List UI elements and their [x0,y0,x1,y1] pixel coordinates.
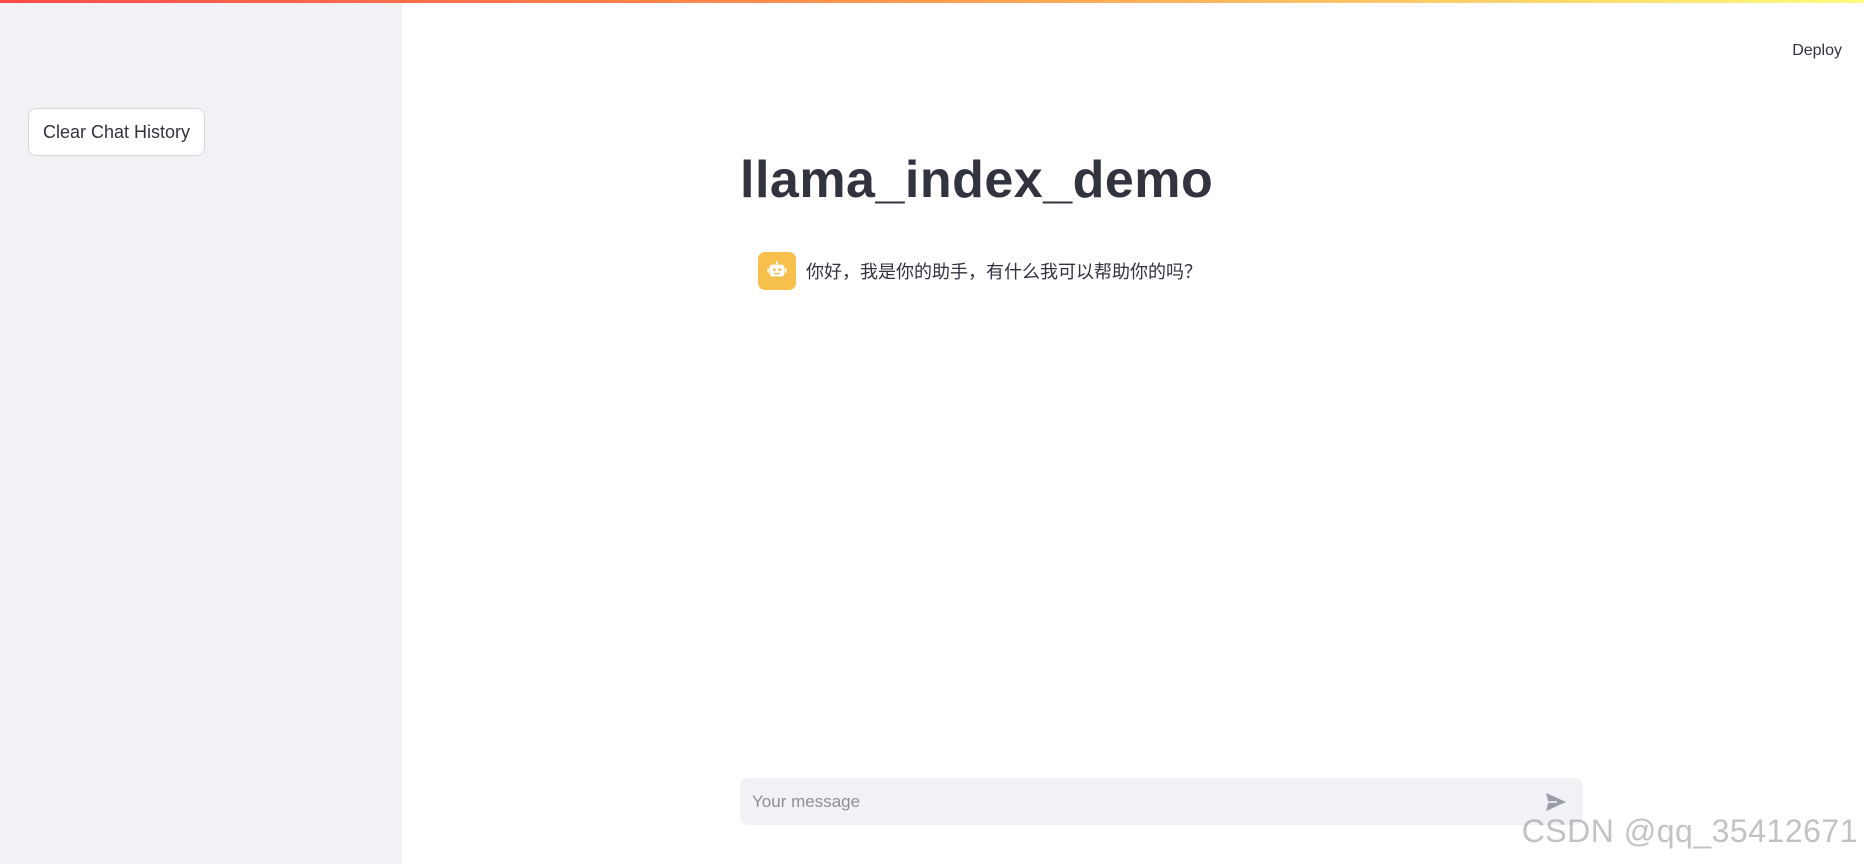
main-content: llama_index_demo 你好，我是你的助手，有什么我可以帮助你的吗？ [402,0,1864,864]
sidebar: Clear Chat History [0,0,402,864]
chat-message-text: 你好，我是你的助手，有什么我可以帮助你的吗？ [806,262,1202,283]
watermark-text: CSDN @qq_35412671 [1521,813,1858,849]
clear-chat-history-button[interactable]: Clear Chat History [28,108,206,156]
chat-message-assistant: 你好，我是你的助手，有什么我可以帮助你的吗？ [758,252,1202,290]
send-icon [1546,792,1566,811]
send-button[interactable] [1541,787,1571,817]
page-title: llama_index_demo [740,151,1214,209]
deploy-button[interactable]: Deploy [1792,42,1842,60]
top-decoration-bar [0,0,1864,3]
robot-icon [758,252,796,290]
chat-input-container [740,778,1583,825]
chat-message-input[interactable] [752,791,1541,812]
app-window: Clear Chat History llama_index_demo 你好，我… [0,0,1864,864]
